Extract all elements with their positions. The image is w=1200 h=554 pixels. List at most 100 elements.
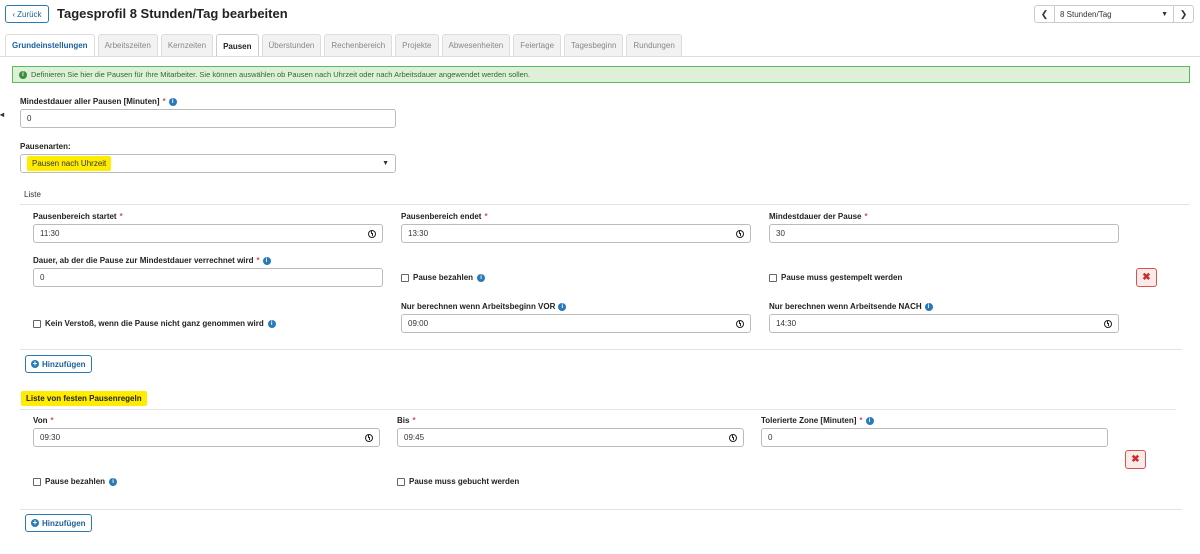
stamp-pause-label: Pause muss gestempelt werden: [781, 273, 903, 282]
fixed-pay-checkbox[interactable]: Pause bezahlen i: [33, 477, 118, 486]
info-icon[interactable]: i: [558, 302, 567, 311]
fixed-book-checkbox[interactable]: Pause muss gebucht werden: [397, 477, 519, 486]
min-all-label-text: Mindestdauer aller Pausen [Minuten]: [20, 97, 160, 106]
to-time-input[interactable]: 09:45: [397, 428, 744, 447]
back-button[interactable]: ‹ Zurück: [5, 5, 49, 23]
info-alert: i Definieren Sie hier die Pausen für Ihr…: [12, 66, 1190, 83]
caret-down-icon: ▼: [382, 160, 389, 167]
tab-kernzeiten[interactable]: Kernzeiten: [160, 34, 214, 56]
clock-icon: [365, 433, 373, 442]
caret-down-icon: ▼: [1161, 10, 1168, 18]
pay-pause-label: Pause bezahlen: [413, 273, 474, 282]
add-pause-button[interactable]: + Hinzufügen: [25, 355, 92, 373]
info-icon[interactable]: i: [262, 256, 271, 265]
clock-icon: [736, 319, 744, 328]
tab-projekte[interactable]: Projekte: [395, 34, 439, 56]
profile-select-value: 8 Stunden/Tag: [1060, 9, 1112, 19]
min-pause-input[interactable]: 30: [769, 224, 1119, 243]
delete-fixed-rule-button[interactable]: ✖: [1125, 450, 1146, 469]
required-mark: *: [50, 416, 54, 425]
min-pause-label: Mindestdauer der Pause *: [769, 212, 868, 221]
tab-divider: [0, 56, 1200, 57]
checkbox-box[interactable]: [769, 273, 777, 282]
info-text: Definieren Sie hier die Pausen für Ihre …: [31, 70, 531, 79]
fixed-book-label: Pause muss gebucht werden: [409, 477, 520, 486]
close-icon: ✖: [1131, 454, 1140, 465]
profile-select[interactable]: 8 Stunden/Tag ▼: [1055, 6, 1173, 22]
delete-entry-button[interactable]: ✖: [1136, 268, 1157, 287]
from-label: Von *: [33, 416, 54, 425]
required-mark: *: [859, 416, 863, 425]
tab-abwesenheiten[interactable]: Abwesenheiten: [441, 34, 511, 56]
tolerance-label-text: Tolerierte Zone [Minuten]: [761, 416, 857, 425]
tab-arbeitszeiten[interactable]: Arbeitszeiten: [97, 34, 158, 56]
to-time-value: 09:45: [404, 433, 425, 442]
stamp-pause-checkbox[interactable]: Pause muss gestempelt werden: [769, 273, 902, 282]
to-label: Bis *: [397, 416, 416, 425]
info-icon[interactable]: i: [109, 477, 118, 486]
chevron-left-icon: ‹: [12, 9, 16, 19]
plus-icon: +: [31, 359, 39, 368]
info-icon[interactable]: i: [924, 302, 933, 311]
from-label-text: Von: [33, 416, 48, 425]
tab-grundeinstellungen[interactable]: Grundeinstellungen: [5, 34, 95, 56]
after-time-input[interactable]: 14:30: [769, 314, 1119, 333]
pay-pause-checkbox[interactable]: Pause bezahlen i: [401, 273, 486, 282]
next-profile-button[interactable]: ❯: [1173, 6, 1193, 22]
checkbox-box[interactable]: [33, 319, 41, 328]
after-label: Nur berechnen wenn Arbeitsende NACH i: [769, 302, 933, 311]
chevron-right-icon: ❯: [1179, 8, 1188, 19]
min-all-label: Mindestdauer aller Pausen [Minuten] * i: [20, 97, 177, 106]
min-all-input[interactable]: 0: [20, 109, 396, 128]
start-label-text: Pausenbereich startet: [33, 212, 117, 221]
required-mark: *: [864, 212, 868, 221]
duration-input[interactable]: 0: [33, 268, 383, 287]
min-pause-label-text: Mindestdauer der Pause: [769, 212, 862, 221]
end-label-text: Pausenbereich endet: [401, 212, 482, 221]
tolerance-label: Tolerierte Zone [Minuten] * i: [761, 416, 874, 425]
sidebar-toggle-icon[interactable]: ◂: [0, 110, 6, 128]
info-icon[interactable]: i: [168, 97, 177, 106]
required-mark: *: [412, 416, 416, 425]
tab-feiertage[interactable]: Feiertage: [513, 34, 562, 56]
tab-ueberstunden[interactable]: Überstunden: [261, 34, 322, 56]
previous-profile-button[interactable]: ❮: [1035, 6, 1055, 22]
fixed-rules-title: Liste von festen Pausenregeln: [21, 391, 147, 406]
tab-tagesbeginn[interactable]: Tagesbeginn: [564, 34, 624, 56]
divider: [20, 509, 1182, 510]
plus-icon: +: [31, 518, 39, 527]
checkbox-box[interactable]: [397, 477, 405, 486]
required-mark: *: [119, 212, 123, 221]
end-time-input[interactable]: 13:30: [401, 224, 751, 243]
before-time-input[interactable]: 09:00: [401, 314, 751, 333]
page-title: Tagesprofil 8 Stunden/Tag bearbeiten: [57, 6, 288, 21]
from-time-input[interactable]: 09:30: [33, 428, 380, 447]
info-icon[interactable]: i: [865, 416, 874, 425]
checkbox-box[interactable]: [401, 273, 409, 282]
add-label: Hinzufügen: [42, 359, 86, 369]
required-mark: *: [256, 256, 260, 265]
add-fixed-rule-button[interactable]: + Hinzufügen: [25, 514, 92, 532]
min-all-value: 0: [27, 114, 32, 123]
tab-rundungen[interactable]: Rundungen: [626, 34, 682, 56]
chevron-left-icon: ❮: [1040, 8, 1049, 19]
no-violation-label: Kein Verstoß, wenn die Pause nicht ganz …: [45, 319, 264, 328]
tolerance-input[interactable]: 0: [761, 428, 1108, 447]
no-violation-checkbox[interactable]: Kein Verstoß, wenn die Pause nicht ganz …: [33, 319, 276, 328]
info-icon[interactable]: i: [267, 319, 276, 328]
types-select-value: Pausen nach Uhrzeit: [27, 156, 112, 171]
tab-rechenbereich[interactable]: Rechenbereich: [324, 34, 393, 56]
checkbox-box[interactable]: [33, 477, 41, 486]
info-icon: i: [19, 70, 27, 79]
divider: [20, 204, 1190, 205]
to-label-text: Bis: [397, 416, 410, 425]
info-icon[interactable]: i: [477, 273, 486, 282]
tab-pausen[interactable]: Pausen: [216, 34, 259, 57]
types-select[interactable]: Pausen nach Uhrzeit ▼: [20, 154, 396, 173]
duration-label: Dauer, ab der die Pause zur Mindestdauer…: [33, 256, 271, 265]
start-time-value: 11:30: [40, 229, 60, 238]
profile-navigator: ❮ 8 Stunden/Tag ▼ ❯: [1034, 5, 1194, 23]
start-time-input[interactable]: 11:30: [33, 224, 383, 243]
tolerance-value: 0: [768, 433, 773, 442]
before-label: Nur berechnen wenn Arbeitsbeginn VOR i: [401, 302, 567, 311]
